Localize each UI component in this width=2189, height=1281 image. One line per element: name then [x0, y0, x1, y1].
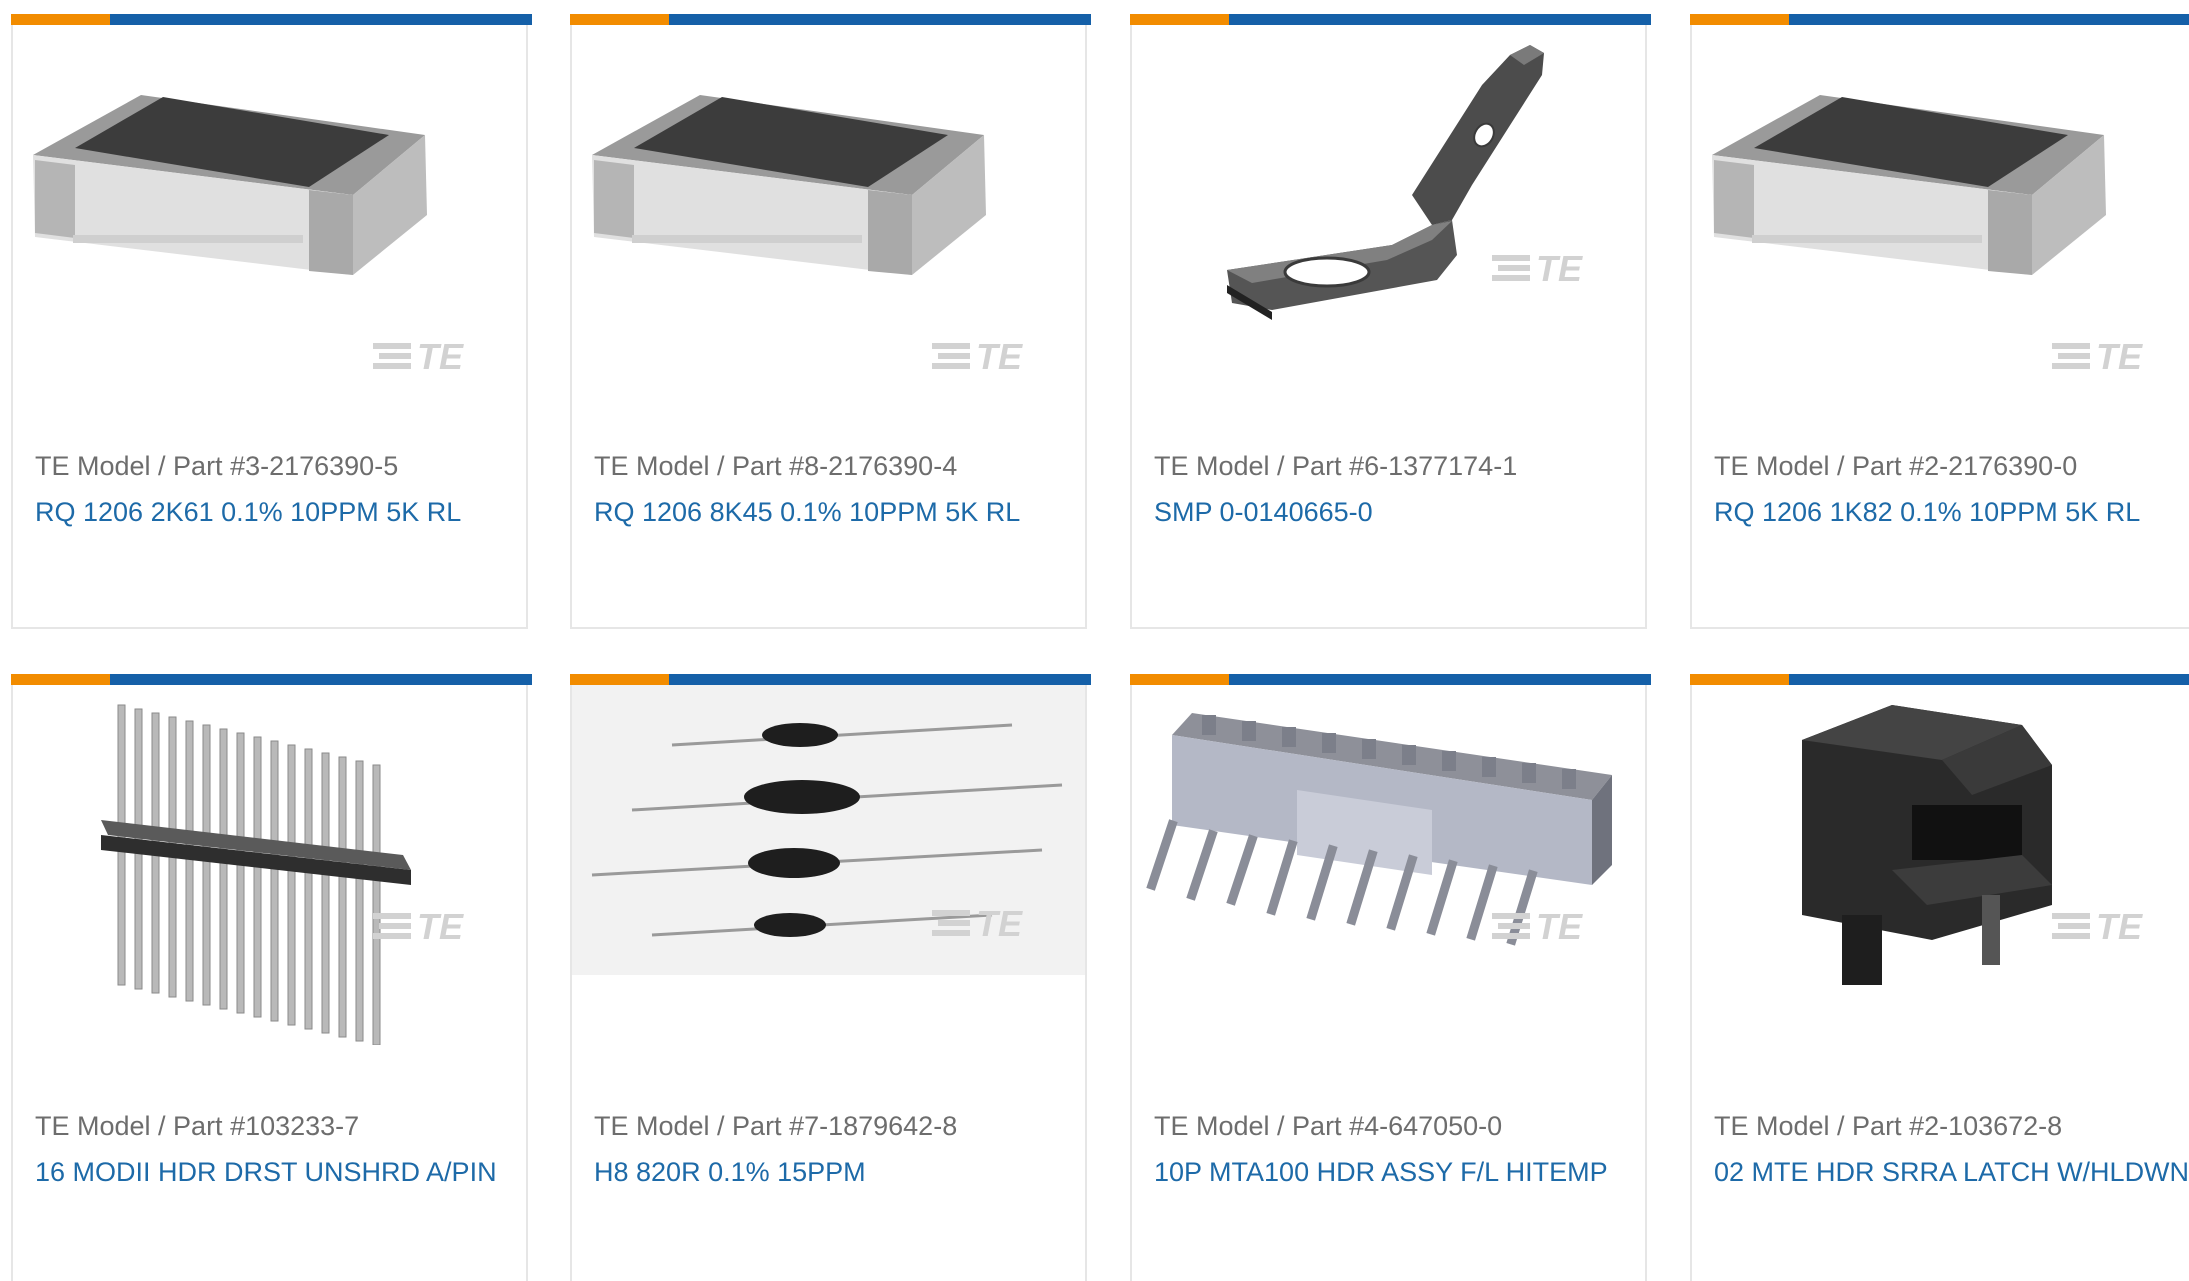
product-card[interactable]: TE Model / Part #4-647050-0 10P MTA100 H… [1130, 674, 1651, 1281]
part-number: TE Model / Part #103233-7 [35, 1111, 360, 1141]
product-image[interactable] [1692, 25, 2189, 385]
product-card[interactable]: TE Model / Part #8-2176390-4 RQ 1206 8K4… [570, 14, 1091, 629]
product-card[interactable]: TE Model / Part #2-2176390-0 RQ 1206 1K8… [1690, 14, 2189, 629]
product-grid: TE Model / Part #3-2176390-5 RQ 1206 2K6… [0, 0, 2189, 1281]
product-image[interactable] [1132, 25, 1645, 385]
product-image[interactable] [572, 25, 1085, 385]
part-number: TE Model / Part #2-2176390-0 [1714, 451, 2078, 481]
product-card[interactable]: TE Model / Part #6-1377174-1 SMP 0-01406… [1130, 14, 1651, 629]
card-accent-bar [570, 674, 1091, 685]
product-image[interactable] [13, 25, 526, 385]
te-logo-watermark [2052, 336, 2143, 377]
bent-tab-terminal-image [1227, 45, 1583, 320]
product-card[interactable]: TE Model / Part #7-1879642-8 H8 820R 0.1… [570, 674, 1091, 1281]
card-accent-bar [1130, 674, 1651, 685]
part-number: TE Model / Part #3-2176390-5 [35, 451, 399, 481]
product-title-link[interactable]: RQ 1206 1K82 0.1% 10PPM 5K RL [1714, 497, 2140, 528]
product-image[interactable] [572, 685, 1085, 1045]
mta-header-image [1146, 713, 1612, 947]
te-logo-watermark [373, 906, 464, 947]
card-accent-bar [1690, 14, 2189, 25]
card-accent-bar [11, 14, 532, 25]
part-number: TE Model / Part #7-1879642-8 [594, 1111, 958, 1141]
product-card[interactable]: TE Model / Part #2-103672-8 02 MTE HDR S… [1690, 674, 2189, 1281]
part-number: TE Model / Part #2-103672-8 [1714, 1111, 2063, 1141]
pin-header-image [101, 704, 464, 1045]
part-number: TE Model / Part #8-2176390-4 [594, 451, 958, 481]
part-number: TE Model / Part #4-647050-0 [1154, 1111, 1503, 1141]
card-accent-bar [570, 14, 1091, 25]
product-title-link[interactable]: RQ 1206 8K45 0.1% 10PPM 5K RL [594, 497, 1020, 528]
product-image[interactable] [13, 685, 526, 1045]
part-number: TE Model / Part #6-1377174-1 [1154, 451, 1518, 481]
product-title-link[interactable]: SMP 0-0140665-0 [1154, 497, 1373, 528]
te-logo-watermark [932, 336, 1023, 377]
product-card[interactable]: TE Model / Part #103233-7 16 MODII HDR D… [11, 674, 532, 1281]
te-logo-watermark [1492, 906, 1583, 947]
latch-header-image [1802, 705, 2143, 985]
axial-resistors-image [572, 685, 1085, 975]
product-card[interactable]: TE Model / Part #3-2176390-5 RQ 1206 2K6… [11, 14, 532, 629]
product-title-link[interactable]: RQ 1206 2K61 0.1% 10PPM 5K RL [35, 497, 461, 528]
chip-resistor-image [1712, 95, 2143, 377]
product-title-link[interactable]: H8 820R 0.1% 15PPM [594, 1157, 866, 1188]
product-title-link[interactable]: 02 MTE HDR SRRA LATCH W/HLDWN [1714, 1157, 2189, 1188]
chip-resistor-image [33, 95, 464, 377]
te-logo-watermark [2052, 906, 2143, 947]
te-logo-watermark [1492, 248, 1583, 289]
product-title-link[interactable]: 16 MODII HDR DRST UNSHRD A/PIN [35, 1157, 497, 1188]
chip-resistor-image [592, 95, 1023, 377]
product-image[interactable] [1132, 685, 1645, 1045]
card-accent-bar [1130, 14, 1651, 25]
product-title-link[interactable]: 10P MTA100 HDR ASSY F/L HITEMP [1154, 1157, 1608, 1188]
card-accent-bar [1690, 674, 2189, 685]
te-logo-watermark [373, 336, 464, 377]
product-image[interactable] [1692, 685, 2189, 1045]
card-accent-bar [11, 674, 532, 685]
